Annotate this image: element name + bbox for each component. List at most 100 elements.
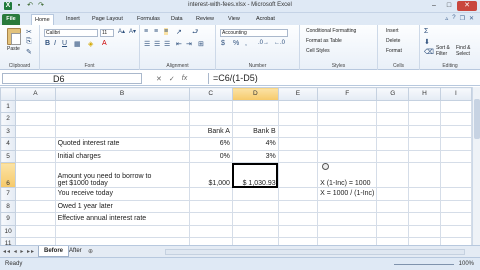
- currency-button[interactable]: $: [221, 40, 225, 47]
- row-header[interactable]: 8: [0, 199, 17, 213]
- cell-b10[interactable]: [54, 224, 190, 238]
- cell-e9[interactable]: [277, 212, 319, 226]
- cell-c8[interactable]: [188, 199, 233, 213]
- paste-button[interactable]: Paste: [7, 46, 20, 52]
- minimize-ribbon-icon[interactable]: ▵: [445, 15, 448, 22]
- column-header-e[interactable]: E: [277, 87, 319, 101]
- column-header-b[interactable]: B: [54, 87, 190, 101]
- row-header[interactable]: 11: [0, 237, 17, 245]
- cell-f5[interactable]: [317, 149, 378, 163]
- cell-i10[interactable]: [439, 224, 472, 238]
- copy-icon[interactable]: ⎘: [26, 38, 32, 46]
- tab-view[interactable]: View: [225, 14, 243, 25]
- cell-d3[interactable]: Bank B: [231, 124, 279, 138]
- font-size-select[interactable]: 11: [100, 29, 114, 37]
- align-center-icon[interactable]: ☰: [154, 40, 160, 48]
- font-name-select[interactable]: Calibri: [44, 29, 98, 37]
- column-header-f[interactable]: F: [317, 87, 378, 101]
- align-middle-icon[interactable]: ≡: [154, 28, 158, 35]
- bold-icon[interactable]: B: [45, 40, 50, 47]
- cell-i6[interactable]: [439, 162, 472, 188]
- wrap-text-icon[interactable]: ⮐: [192, 28, 198, 39]
- format-painter-icon[interactable]: ✎: [26, 48, 32, 56]
- align-right-icon[interactable]: ☰: [164, 40, 170, 48]
- cell-h8[interactable]: [408, 199, 441, 213]
- row-header[interactable]: 6: [0, 162, 17, 188]
- cell-e4[interactable]: [277, 137, 319, 151]
- clear-icon[interactable]: ⌫: [424, 48, 434, 56]
- sort-filter-button[interactable]: Sort & Filter: [436, 45, 454, 57]
- cell-a6[interactable]: [15, 162, 56, 188]
- zoom-slider[interactable]: [394, 264, 454, 265]
- font-color-icon[interactable]: A: [102, 40, 107, 47]
- tab-file[interactable]: File: [2, 14, 20, 25]
- minimize-button[interactable]: –: [427, 1, 441, 11]
- cell-f1[interactable]: [317, 99, 378, 113]
- cell-b7[interactable]: You receive today: [54, 187, 190, 201]
- cell-f7[interactable]: X = 1000 / (1-Inc): [317, 187, 378, 201]
- cell-c2[interactable]: [188, 112, 233, 126]
- cell-a8[interactable]: [15, 199, 56, 213]
- borders-icon[interactable]: ▦: [74, 40, 81, 48]
- increase-indent-icon[interactable]: ⇥: [186, 40, 192, 48]
- align-bottom-icon[interactable]: ≡: [164, 28, 169, 35]
- cell-g8[interactable]: [376, 199, 410, 213]
- enter-icon[interactable]: ✓: [169, 75, 175, 83]
- row-header[interactable]: 9: [0, 212, 17, 226]
- column-header-a[interactable]: A: [15, 87, 56, 101]
- autosum-button[interactable]: Σ: [424, 28, 428, 35]
- cell-i1[interactable]: [439, 99, 472, 113]
- format-cells-button[interactable]: Format: [386, 48, 402, 54]
- cell-c1[interactable]: [188, 99, 233, 113]
- vertical-scrollbar[interactable]: [472, 87, 480, 245]
- sheet-tab-after[interactable]: After: [64, 246, 87, 257]
- cell-a9[interactable]: [15, 212, 56, 226]
- paste-icon[interactable]: [7, 28, 21, 45]
- cell-h4[interactable]: [408, 137, 441, 151]
- worksheet-grid[interactable]: A B C D E F G H I 1 2 3 Bank A Bank B 4 Quoted interest…: [0, 87, 472, 245]
- cell-d10[interactable]: [231, 224, 279, 238]
- insert-sheet-icon[interactable]: ⊕: [88, 248, 94, 255]
- cell-d9[interactable]: [231, 212, 279, 226]
- cancel-icon[interactable]: ✕: [156, 75, 162, 83]
- decrease-decimal-icon[interactable]: ←.0: [274, 40, 285, 46]
- cell-a1[interactable]: [15, 99, 56, 113]
- column-header-d[interactable]: D: [231, 87, 279, 101]
- help-icon[interactable]: ?: [452, 15, 455, 22]
- cell-a2[interactable]: [15, 112, 56, 126]
- align-left-icon[interactable]: ☰: [144, 40, 150, 48]
- cell-a10[interactable]: [15, 224, 56, 238]
- cell-b3[interactable]: [54, 124, 190, 138]
- cell-e5[interactable]: [277, 149, 319, 163]
- cell-i4[interactable]: [439, 137, 472, 151]
- cell-e7[interactable]: [277, 187, 319, 201]
- row-header[interactable]: 2: [0, 112, 17, 126]
- cell-c3[interactable]: Bank A: [188, 124, 233, 138]
- cell-c7[interactable]: [188, 187, 233, 201]
- cell-f4[interactable]: [317, 137, 378, 151]
- cell-h3[interactable]: [408, 124, 441, 138]
- column-header-g[interactable]: G: [376, 87, 410, 101]
- cell-h2[interactable]: [408, 112, 441, 126]
- cell-e1[interactable]: [277, 99, 319, 113]
- row-header[interactable]: 4: [0, 137, 17, 151]
- cell-g9[interactable]: [376, 212, 410, 226]
- column-header-i[interactable]: I: [439, 87, 472, 101]
- cell-d4[interactable]: 4%: [231, 137, 279, 151]
- fill-color-icon[interactable]: ◈: [88, 40, 93, 48]
- scroll-thumb[interactable]: [474, 99, 480, 139]
- row-header[interactable]: 10: [0, 224, 17, 238]
- row-header[interactable]: 3: [0, 124, 17, 138]
- cell-i2[interactable]: [439, 112, 472, 126]
- cell-f10[interactable]: [317, 224, 378, 238]
- column-header-h[interactable]: H: [408, 87, 441, 101]
- cell-h5[interactable]: [408, 149, 441, 163]
- cell-d7[interactable]: [231, 187, 279, 201]
- maximize-button[interactable]: □: [442, 1, 456, 11]
- merge-center-icon[interactable]: ⊞: [198, 40, 204, 48]
- cell-g4[interactable]: [376, 137, 410, 151]
- cell-e6[interactable]: [277, 162, 319, 188]
- find-select-button[interactable]: Find & Select: [456, 45, 478, 57]
- cell-i11[interactable]: [439, 237, 472, 245]
- cell-i7[interactable]: [439, 187, 472, 201]
